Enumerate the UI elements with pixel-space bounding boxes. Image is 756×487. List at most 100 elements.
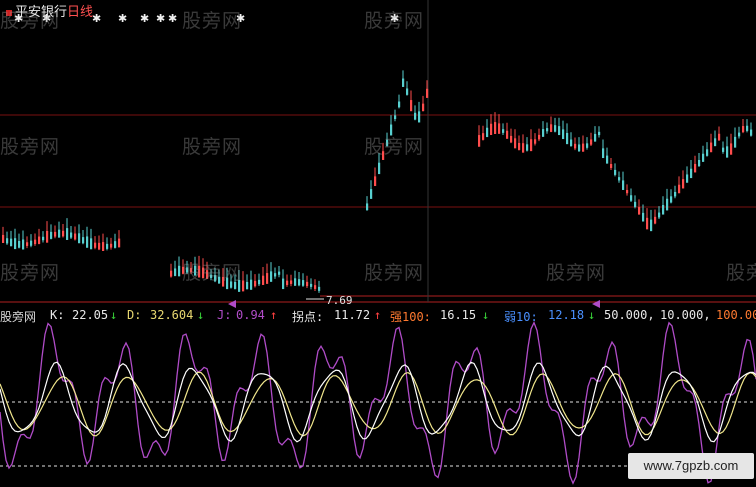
candle-body: [318, 286, 321, 291]
j-label: J:: [217, 308, 232, 322]
candle-body: [614, 169, 617, 175]
j-up-arrow-icon: ↑: [270, 308, 278, 322]
candle-body: [742, 126, 745, 133]
candle-body: [622, 180, 625, 190]
site-badge[interactable]: www.7gpzb.com: [628, 453, 754, 479]
candle-body: [42, 236, 45, 241]
candle-body: [398, 101, 401, 108]
candle-body: [370, 189, 373, 199]
candle-body: [486, 127, 489, 138]
period-label[interactable]: 日线: [67, 5, 93, 20]
candle-body: [506, 130, 509, 139]
candle-body: [178, 265, 181, 277]
candle-body: [534, 139, 537, 144]
d-down-arrow-icon: ↓: [197, 308, 205, 322]
candle-body: [562, 129, 565, 140]
pivot-label: 拐点:: [292, 310, 324, 324]
candle-body: [90, 238, 93, 250]
signal-star-icon: ✱: [118, 12, 127, 25]
candle-body: [418, 111, 421, 123]
j-value: 0.94: [236, 308, 265, 322]
k-down-arrow-icon: ↓: [110, 308, 118, 322]
d-indicator-line: [0, 371, 756, 437]
marker-triangle-icon: [592, 300, 600, 308]
candle-body: [106, 243, 109, 249]
candle-body: [266, 273, 269, 284]
candle-body: [594, 133, 597, 142]
candle-body: [38, 236, 41, 244]
candle-body: [538, 134, 541, 140]
candle-body: [414, 112, 417, 120]
candle-body: [170, 270, 173, 277]
stock-chart-window: ✱ ✱ ✱ ✱ ✱ ✱ ✱ ✱ ✱ 平安银行日线 股旁网 股旁网 股旁网 股旁网 股旁网 股旁网…: [0, 0, 756, 487]
candle-body: [510, 135, 513, 143]
candle-body: [274, 273, 277, 277]
candle-body: [670, 196, 673, 203]
candle-body: [422, 103, 425, 112]
candle-body: [490, 123, 493, 136]
low-price-label: 7.69: [326, 294, 353, 307]
candle-body: [254, 280, 257, 287]
candle-body: [750, 129, 753, 136]
candle-body: [738, 132, 741, 137]
candle-body: [682, 179, 685, 189]
candle-body: [378, 162, 381, 175]
candle-body: [62, 230, 65, 237]
candle-body: [114, 241, 117, 248]
candle-body: [406, 88, 409, 95]
candle-body: [278, 271, 281, 275]
candle-body: [118, 238, 121, 248]
candle-body: [402, 78, 405, 87]
watermark: 股旁网: [364, 136, 425, 158]
candle-body: [578, 144, 581, 152]
candle-body: [270, 271, 273, 282]
candle-body: [590, 139, 593, 145]
candle-body: [58, 229, 61, 238]
candle-body: [726, 146, 729, 158]
chart-canvas[interactable]: ✱ ✱ ✱ ✱ ✱ ✱ ✱ ✱ ✱: [0, 0, 756, 487]
candle-body: [666, 198, 669, 211]
candle-body: [690, 168, 693, 179]
weak-value: 12.18: [548, 308, 585, 322]
candle-body: [66, 228, 69, 240]
indicator-name[interactable]: 股旁网: [0, 308, 36, 325]
candle-body: [702, 153, 705, 162]
candle-body: [686, 174, 689, 183]
candle-body: [662, 205, 665, 215]
candle-body: [586, 143, 589, 148]
candle-body: [554, 125, 557, 132]
candle-body: [678, 184, 681, 194]
candle-body: [606, 155, 609, 164]
candle-body: [494, 122, 497, 134]
signal-star-icon: ✱: [140, 12, 149, 25]
signal-star-icon: ✱: [168, 12, 177, 25]
candle-body: [14, 238, 17, 250]
candle-body: [498, 123, 501, 134]
watermark: 股旁网: [0, 10, 61, 32]
candle-body: [522, 143, 525, 153]
candle-body: [314, 285, 317, 289]
strong-down-arrow-icon: ↓: [482, 308, 490, 322]
candle-body: [262, 275, 265, 285]
candle-body: [22, 239, 25, 250]
candle-body: [482, 133, 485, 140]
watermark: 股旁网: [182, 10, 243, 32]
candle-body: [626, 189, 629, 194]
candle-body: [294, 278, 297, 286]
candle-body: [658, 212, 661, 218]
candle-body: [478, 135, 481, 147]
candle-body: [30, 240, 33, 246]
candle-body: [610, 164, 613, 168]
candle-body: [250, 279, 253, 290]
candle-body: [630, 195, 633, 201]
watermark: 股旁网: [0, 262, 61, 284]
candle-body: [674, 191, 677, 197]
candle-body: [102, 242, 105, 251]
candle-body: [502, 129, 505, 133]
candle-body: [82, 237, 85, 244]
candle-body: [638, 207, 641, 215]
watermark: 股旁网: [364, 262, 425, 284]
candle-body: [2, 234, 5, 243]
watermark: 股旁网: [546, 262, 607, 284]
candle-body: [642, 212, 645, 222]
